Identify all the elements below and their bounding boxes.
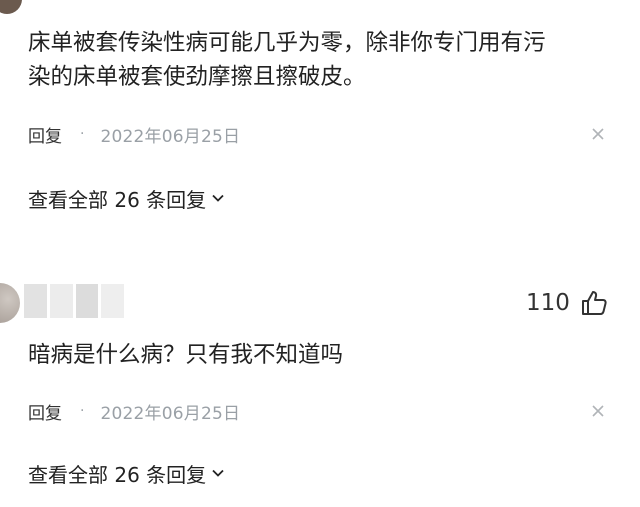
comment-text-line: 染的床单被套使劲摩擦且擦破皮。 [28,64,366,90]
avatar[interactable] [0,283,20,323]
close-icon[interactable] [589,402,607,420]
avatar[interactable] [0,0,22,14]
separator-dot: · [80,403,85,419]
like-count: 110 [526,290,570,316]
comment-date: 2022年06月25日 [100,403,241,424]
comment-text: 暗病是什么病？只有我不知道吗 [28,342,344,368]
comment-date: 2022年06月25日 [100,126,241,147]
view-all-replies-link[interactable]: 查看全部 26 条回复 [28,457,226,489]
reply-button[interactable]: 回复 [28,399,62,424]
chevron-down-icon [212,194,224,202]
username-cropped[interactable] [30,0,140,5]
separator-dot: · [80,126,85,142]
comment-text: 床单被套传染性病可能几乎为零，除非你专门用有污 染的床单被套使劲摩擦且擦破皮。 [28,26,628,94]
chevron-down-icon [212,469,224,477]
comment-meta: 回复 · 2022年06月25日 [28,120,240,148]
comment-meta: 回复 · 2022年06月25日 [28,397,240,425]
view-all-replies-label: 查看全部 26 条回复 [28,187,207,212]
close-icon[interactable] [589,125,607,143]
username-blurred[interactable] [24,284,124,318]
thumbs-up-icon[interactable] [580,289,608,317]
reply-button[interactable]: 回复 [28,122,62,147]
view-all-replies-link[interactable]: 查看全部 26 条回复 [28,182,226,214]
view-all-replies-label: 查看全部 26 条回复 [28,462,207,487]
comment-text-line: 床单被套传染性病可能几乎为零，除非你专门用有污 [28,30,546,56]
